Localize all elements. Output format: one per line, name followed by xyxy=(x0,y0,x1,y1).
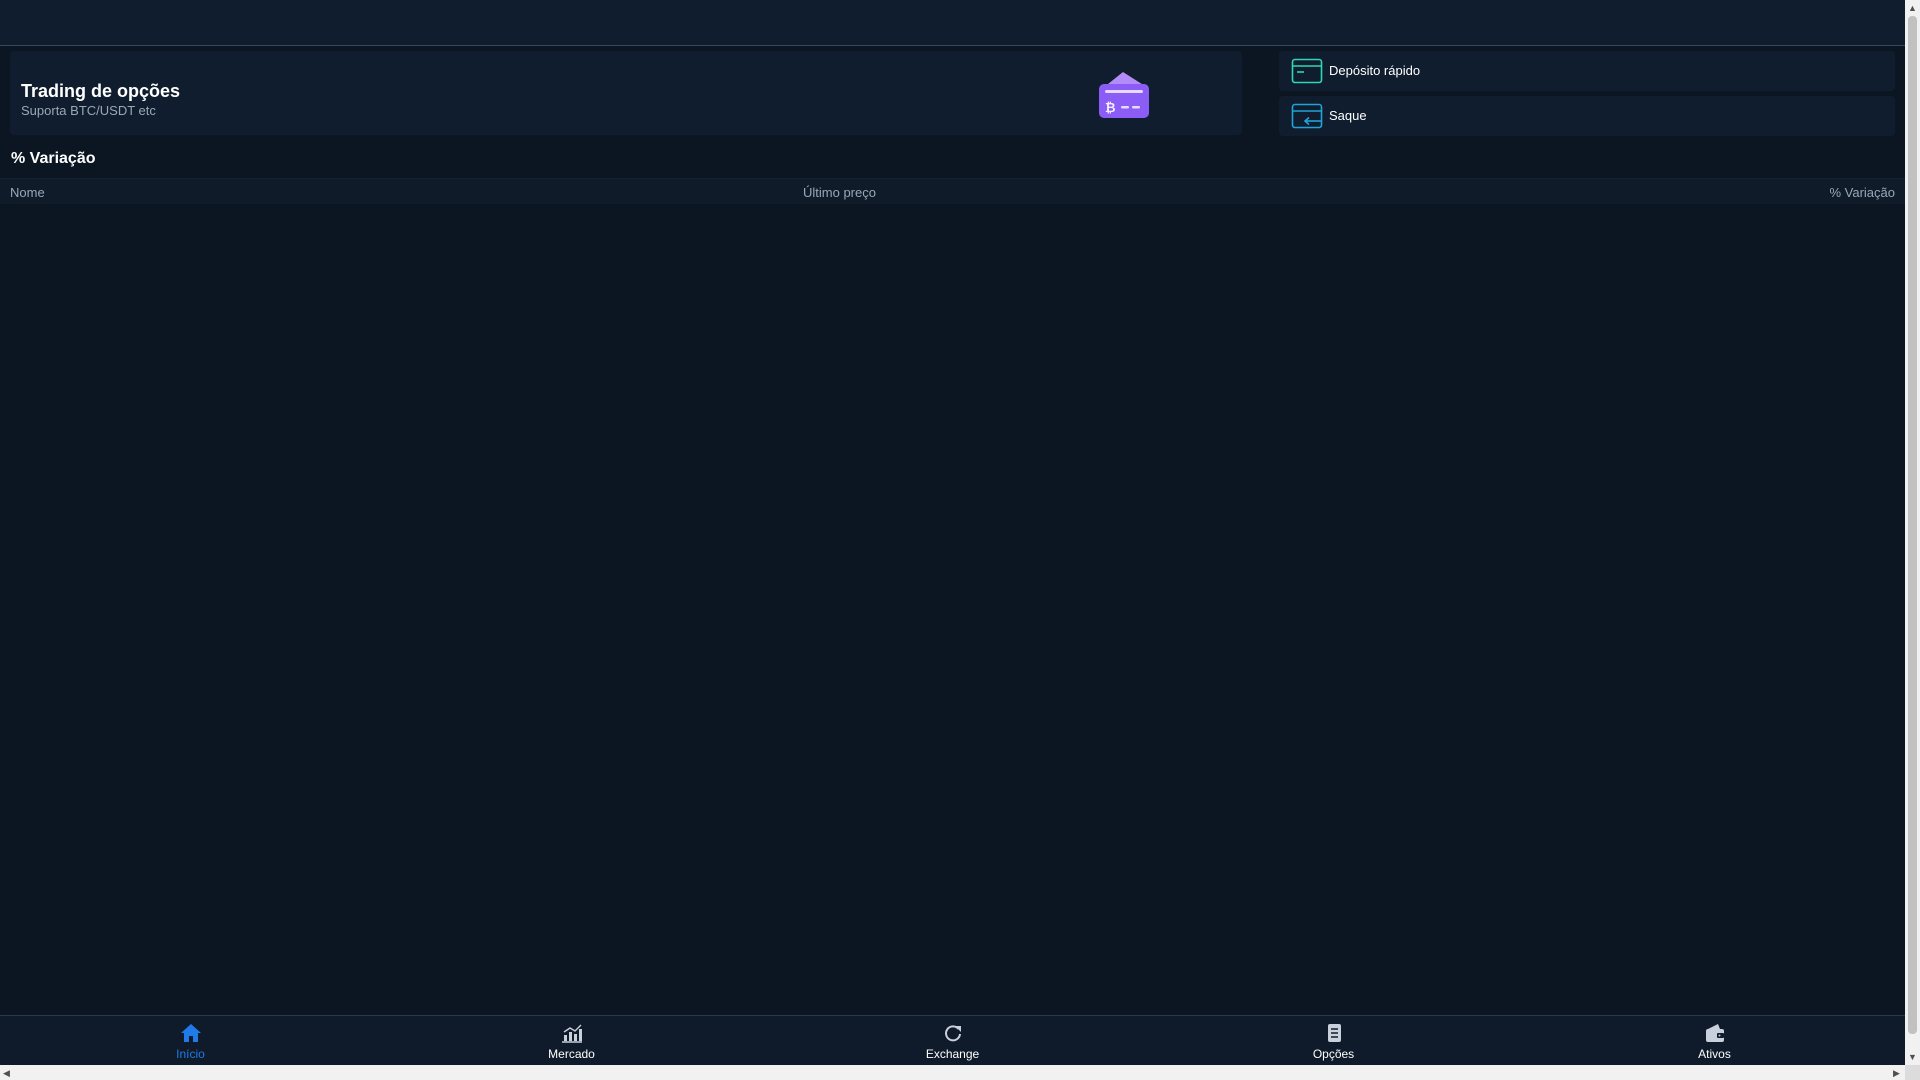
nav-label-assets: Ativos xyxy=(1698,1047,1731,1061)
market-table-header: Nome Último preço % Variação xyxy=(0,178,1905,204)
scroll-left-icon[interactable]: ◀ xyxy=(3,1068,10,1078)
nav-item-market[interactable]: Mercado xyxy=(381,1016,762,1066)
horizontal-scrollbar[interactable]: ◀ ▶ xyxy=(0,1065,1905,1080)
nav-label-market: Mercado xyxy=(548,1047,595,1061)
nav-item-options[interactable]: Opções xyxy=(1143,1016,1524,1066)
nav-item-assets[interactable]: Ativos xyxy=(1524,1016,1905,1066)
vertical-scrollbar[interactable]: ▲ ▼ xyxy=(1905,0,1920,1065)
withdraw-button[interactable]: Saque xyxy=(1279,96,1895,136)
scroll-right-icon[interactable]: ▶ xyxy=(1893,1068,1900,1078)
crypto-wallet-icon: ₿ xyxy=(1099,72,1149,118)
wallet-icon xyxy=(1706,1024,1724,1042)
nav-item-exchange[interactable]: Exchange xyxy=(762,1016,1143,1066)
app-page: Trading de opções Suporta BTC/USDT etc ₿… xyxy=(0,0,1920,1080)
withdraw-label: Saque xyxy=(1329,108,1367,123)
home-icon xyxy=(181,1024,201,1042)
card-withdraw-icon xyxy=(1291,103,1323,129)
card-deposit-icon xyxy=(1291,58,1323,84)
column-name[interactable]: Nome xyxy=(10,185,45,200)
nav-item-home[interactable]: Início xyxy=(0,1016,381,1066)
refresh-icon xyxy=(945,1025,961,1042)
column-change-percent[interactable]: % Variação xyxy=(1829,185,1895,200)
quick-deposit-button[interactable]: Depósito rápido xyxy=(1279,51,1895,91)
document-icon xyxy=(1328,1024,1341,1042)
nav-label-exchange: Exchange xyxy=(925,1047,980,1061)
chart-icon xyxy=(562,1024,582,1043)
nav-label-home: Início xyxy=(176,1047,205,1061)
vertical-scrollbar-thumb[interactable] xyxy=(1908,16,1917,1034)
quick-deposit-label: Depósito rápido xyxy=(1329,63,1421,78)
bottom-navigation: Início Mercado Exchange Opções Ativos xyxy=(0,1015,1905,1065)
scroll-up-icon[interactable]: ▲ xyxy=(1908,3,1917,13)
scrollbar-corner xyxy=(1905,1065,1920,1080)
options-trading-banner[interactable]: Trading de opções Suporta BTC/USDT etc ₿ xyxy=(10,51,1242,135)
nav-label-options: Opções xyxy=(1312,1047,1355,1061)
top-bar xyxy=(0,0,1905,46)
banner-subtitle: Suporta BTC/USDT etc xyxy=(21,103,156,118)
banner-title: Trading de opções xyxy=(21,81,181,101)
svg-text:₿: ₿ xyxy=(1105,101,1116,116)
column-last-price[interactable]: Último preço xyxy=(803,185,876,200)
scroll-down-icon[interactable]: ▼ xyxy=(1908,1052,1917,1062)
market-section-title: % Variação xyxy=(11,150,96,167)
